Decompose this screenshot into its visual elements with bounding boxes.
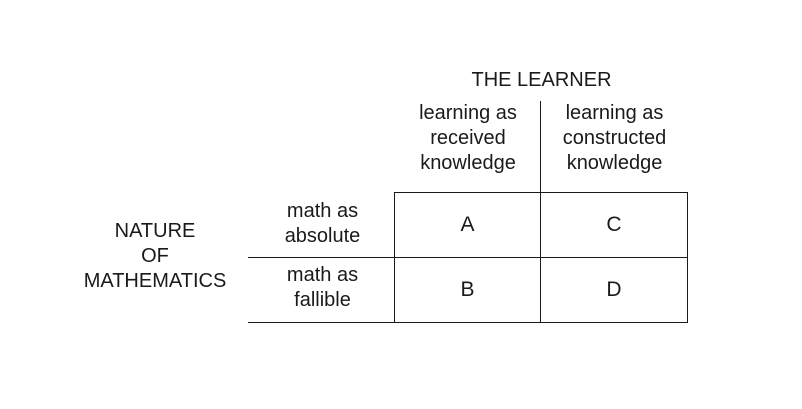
grid-bottom-border xyxy=(248,322,688,323)
row-header-line: math as xyxy=(286,264,359,286)
cell-a: A xyxy=(460,213,475,236)
row-header-line: fallible xyxy=(294,289,351,311)
row-group-label-line: MATHEMATICS xyxy=(83,270,227,292)
column-header-line: knowledge xyxy=(566,152,663,174)
cell-d: D xyxy=(606,278,622,301)
cell-b: B xyxy=(460,278,475,301)
row-header-line: absolute xyxy=(284,225,361,247)
column-header-received: learning as received knowledge xyxy=(395,101,541,176)
row-header-fallible: math as fallible xyxy=(250,263,395,313)
row-header-absolute: math as absolute xyxy=(250,199,395,249)
row-group-label-line: NATURE xyxy=(114,220,196,242)
row-group-label-line: OF xyxy=(141,245,169,267)
column-header-line: learning as xyxy=(419,102,517,124)
column-header-line: knowledge xyxy=(420,152,516,174)
row-header-line: math as xyxy=(286,200,359,222)
row-group-label: NATURE OF MATHEMATICS xyxy=(60,219,250,294)
cell-c: C xyxy=(606,213,622,236)
column-header-line: constructed xyxy=(562,127,667,149)
column-header-constructed: learning as constructed knowledge xyxy=(541,101,688,176)
column-header-line: learning as xyxy=(565,102,664,124)
column-group-label: THE LEARNER xyxy=(471,69,612,91)
column-header-line: received xyxy=(430,127,506,149)
